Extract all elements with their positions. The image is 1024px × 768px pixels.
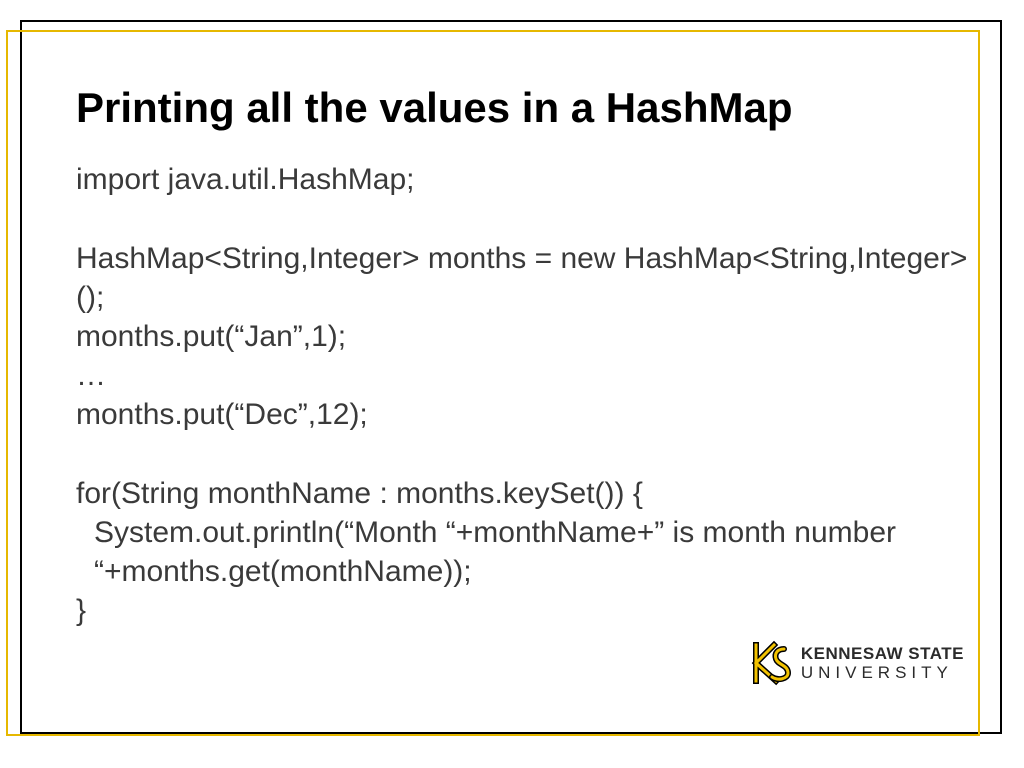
code-line-7: System.out.println(“Month “+monthName+” … [76,513,976,591]
code-line-5: months.put(“Dec”,12); [76,395,976,434]
ks-logo-icon [747,640,793,686]
code-line-1: import java.util.HashMap; [76,160,976,199]
code-line-4: … [76,356,976,395]
code-line-6: for(String monthName : months.keySet()) … [76,474,976,513]
code-line-8: } [76,591,976,630]
logo-text: KENNESAW STATE UNIVERSITY [801,645,964,681]
logo-line-2: UNIVERSITY [801,664,964,681]
slide-content: Printing all the values in a HashMap imp… [76,84,976,630]
blank-line [76,434,976,474]
code-line-3: months.put(“Jan”,1); [76,317,976,356]
blank-line [76,199,976,239]
code-line-2: HashMap<String,Integer> months = new Has… [76,239,976,317]
logo-line-1: KENNESAW STATE [801,645,964,662]
university-logo: KENNESAW STATE UNIVERSITY [747,640,964,686]
slide-title: Printing all the values in a HashMap [76,84,976,132]
slide-outer-frame: Printing all the values in a HashMap imp… [20,20,1002,734]
